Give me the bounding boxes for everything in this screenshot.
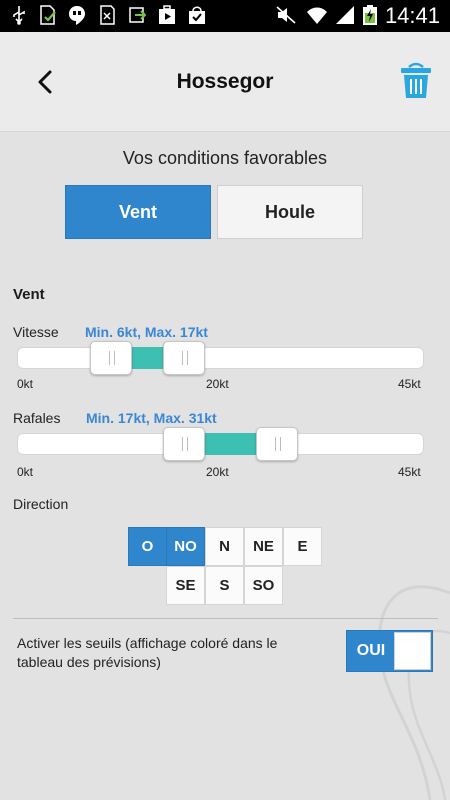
direction-n[interactable]: N — [205, 527, 244, 566]
section-subtitle: Vos conditions favorables — [122, 148, 328, 168]
trash-icon[interactable] — [398, 60, 434, 100]
toggle-knob[interactable] — [394, 632, 431, 670]
hangouts-icon — [69, 6, 85, 25]
direction-ne[interactable]: NE — [244, 527, 283, 566]
usb-icon — [13, 6, 25, 25]
sim-card-icon — [40, 5, 56, 25]
speed-slider-track[interactable] — [17, 347, 424, 369]
divider — [13, 618, 438, 619]
speed-max-handle[interactable] — [162, 341, 205, 375]
page-title: Hossegor — [176, 70, 274, 93]
thresholds-description: Activer les seuils (affichage coloré dan… — [17, 635, 278, 670]
battery-icon — [363, 5, 377, 25]
speed-min-handle[interactable] — [89, 341, 132, 375]
wifi-icon — [307, 7, 327, 24]
gusts-max-handle[interactable] — [255, 427, 298, 461]
direction-so[interactable]: SO — [244, 566, 283, 605]
gusts-label: Rafales — [13, 410, 61, 426]
speed-range-text: Min. 6kt, Max. 17kt — [85, 324, 208, 340]
direction-se[interactable]: SE — [166, 566, 205, 605]
app-header: Hossegor — [0, 32, 450, 132]
speed-scale-mid: 20kt — [206, 377, 229, 391]
tab-vent[interactable]: Vent — [65, 185, 211, 239]
tab-houle[interactable]: Houle — [217, 185, 363, 239]
speed-scale-min: 0kt — [17, 377, 34, 391]
status-bar: 14:41 — [0, 0, 450, 32]
direction-e[interactable]: E — [283, 527, 322, 566]
mute-icon — [276, 6, 296, 24]
gusts-scale-max: 45kt — [398, 465, 421, 479]
direction-o[interactable]: O — [128, 527, 167, 566]
gusts-scale-mid: 20kt — [206, 465, 229, 479]
shopping-bag-icon — [189, 6, 205, 24]
direction-no[interactable]: NO — [166, 527, 205, 566]
play-store-icon — [159, 5, 175, 24]
sd-card-icon — [100, 5, 115, 25]
speed-label: Vitesse — [13, 324, 59, 340]
status-time: 14:41 — [384, 3, 440, 28]
download-icon — [129, 7, 147, 23]
speed-scale-max: 45kt — [398, 377, 421, 391]
direction-label: Direction — [13, 496, 69, 512]
wind-section-title: Vent — [13, 286, 45, 303]
signal-icon — [336, 6, 354, 24]
direction-s[interactable]: S — [205, 566, 244, 605]
gusts-min-handle[interactable] — [162, 427, 205, 461]
gusts-scale-min: 0kt — [17, 465, 34, 479]
gusts-range-text: Min. 17kt, Max. 31kt — [86, 410, 217, 426]
toggle-label: OUI — [356, 642, 386, 659]
thresholds-toggle[interactable]: OUI — [346, 630, 433, 672]
